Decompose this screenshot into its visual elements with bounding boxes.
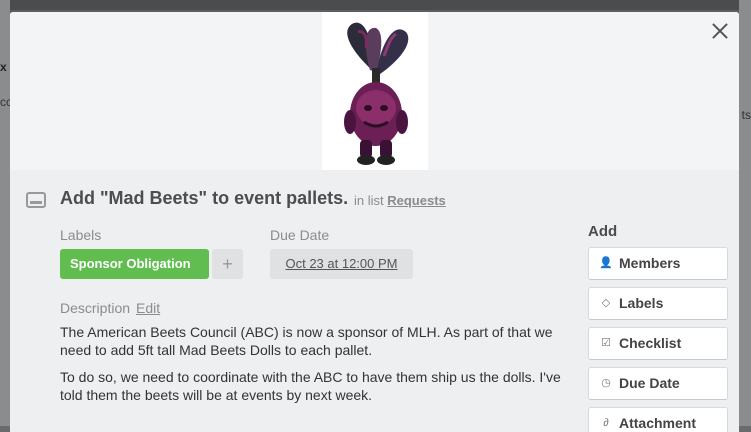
card-icon xyxy=(26,192,46,208)
due-date-button[interactable]: ◷ Due Date xyxy=(588,367,728,400)
due-date-badge[interactable]: Oct 23 at 12:00 PM xyxy=(270,249,413,279)
add-sidebar-heading: Add xyxy=(588,223,618,240)
card-title[interactable]: Add "Mad Beets" to event pallets. xyxy=(60,188,348,209)
top-bar xyxy=(0,0,751,10)
members-label: Members xyxy=(619,255,681,271)
clock-icon: ◷ xyxy=(601,377,611,389)
checklist-button[interactable]: ☑ Checklist xyxy=(588,327,728,360)
card-detail-window: Add "Mad Beets" to event pallets. in lis… xyxy=(10,12,739,432)
checklist-label: Checklist xyxy=(619,335,682,351)
description-edit-link[interactable]: Edit xyxy=(136,300,160,316)
in-list-prefix: in list xyxy=(354,193,384,208)
backdrop-text: x xyxy=(0,60,7,74)
labels-heading: Labels xyxy=(60,227,102,243)
attachment-label: Attachment xyxy=(619,415,697,431)
description-heading: Description Edit xyxy=(60,300,160,316)
due-date-label: Due Date xyxy=(619,375,680,391)
description-title: Description xyxy=(60,300,131,316)
tag-icon: ◇ xyxy=(601,297,611,309)
close-icon[interactable] xyxy=(709,20,731,42)
labels-label: Labels xyxy=(619,295,664,311)
paperclip-icon: ∂ xyxy=(603,417,609,429)
card-cover xyxy=(10,12,739,170)
list-reference: in list Requests xyxy=(354,193,446,208)
labels-button[interactable]: ◇ Labels xyxy=(588,287,728,320)
backdrop-text: ts xyxy=(741,108,751,122)
description-paragraph: To do so, we need to coordinate with the… xyxy=(60,369,561,403)
label-sponsor-obligation[interactable]: Sponsor Obligation xyxy=(60,249,209,279)
description-paragraph: The American Beets Council (ABC) is now … xyxy=(60,324,553,358)
due-date-heading: Due Date xyxy=(270,227,330,243)
members-button[interactable]: 👤 Members xyxy=(588,247,728,280)
person-icon: 👤 xyxy=(599,257,613,269)
mad-beets-figure-image xyxy=(343,22,408,165)
checkbox-icon: ☑ xyxy=(601,337,611,349)
list-link[interactable]: Requests xyxy=(387,193,446,208)
right-list-edge xyxy=(739,0,751,426)
attachment-button[interactable]: ∂ Attachment xyxy=(588,407,728,432)
cover-image[interactable] xyxy=(321,12,428,170)
add-label-button[interactable]: + xyxy=(212,249,243,279)
